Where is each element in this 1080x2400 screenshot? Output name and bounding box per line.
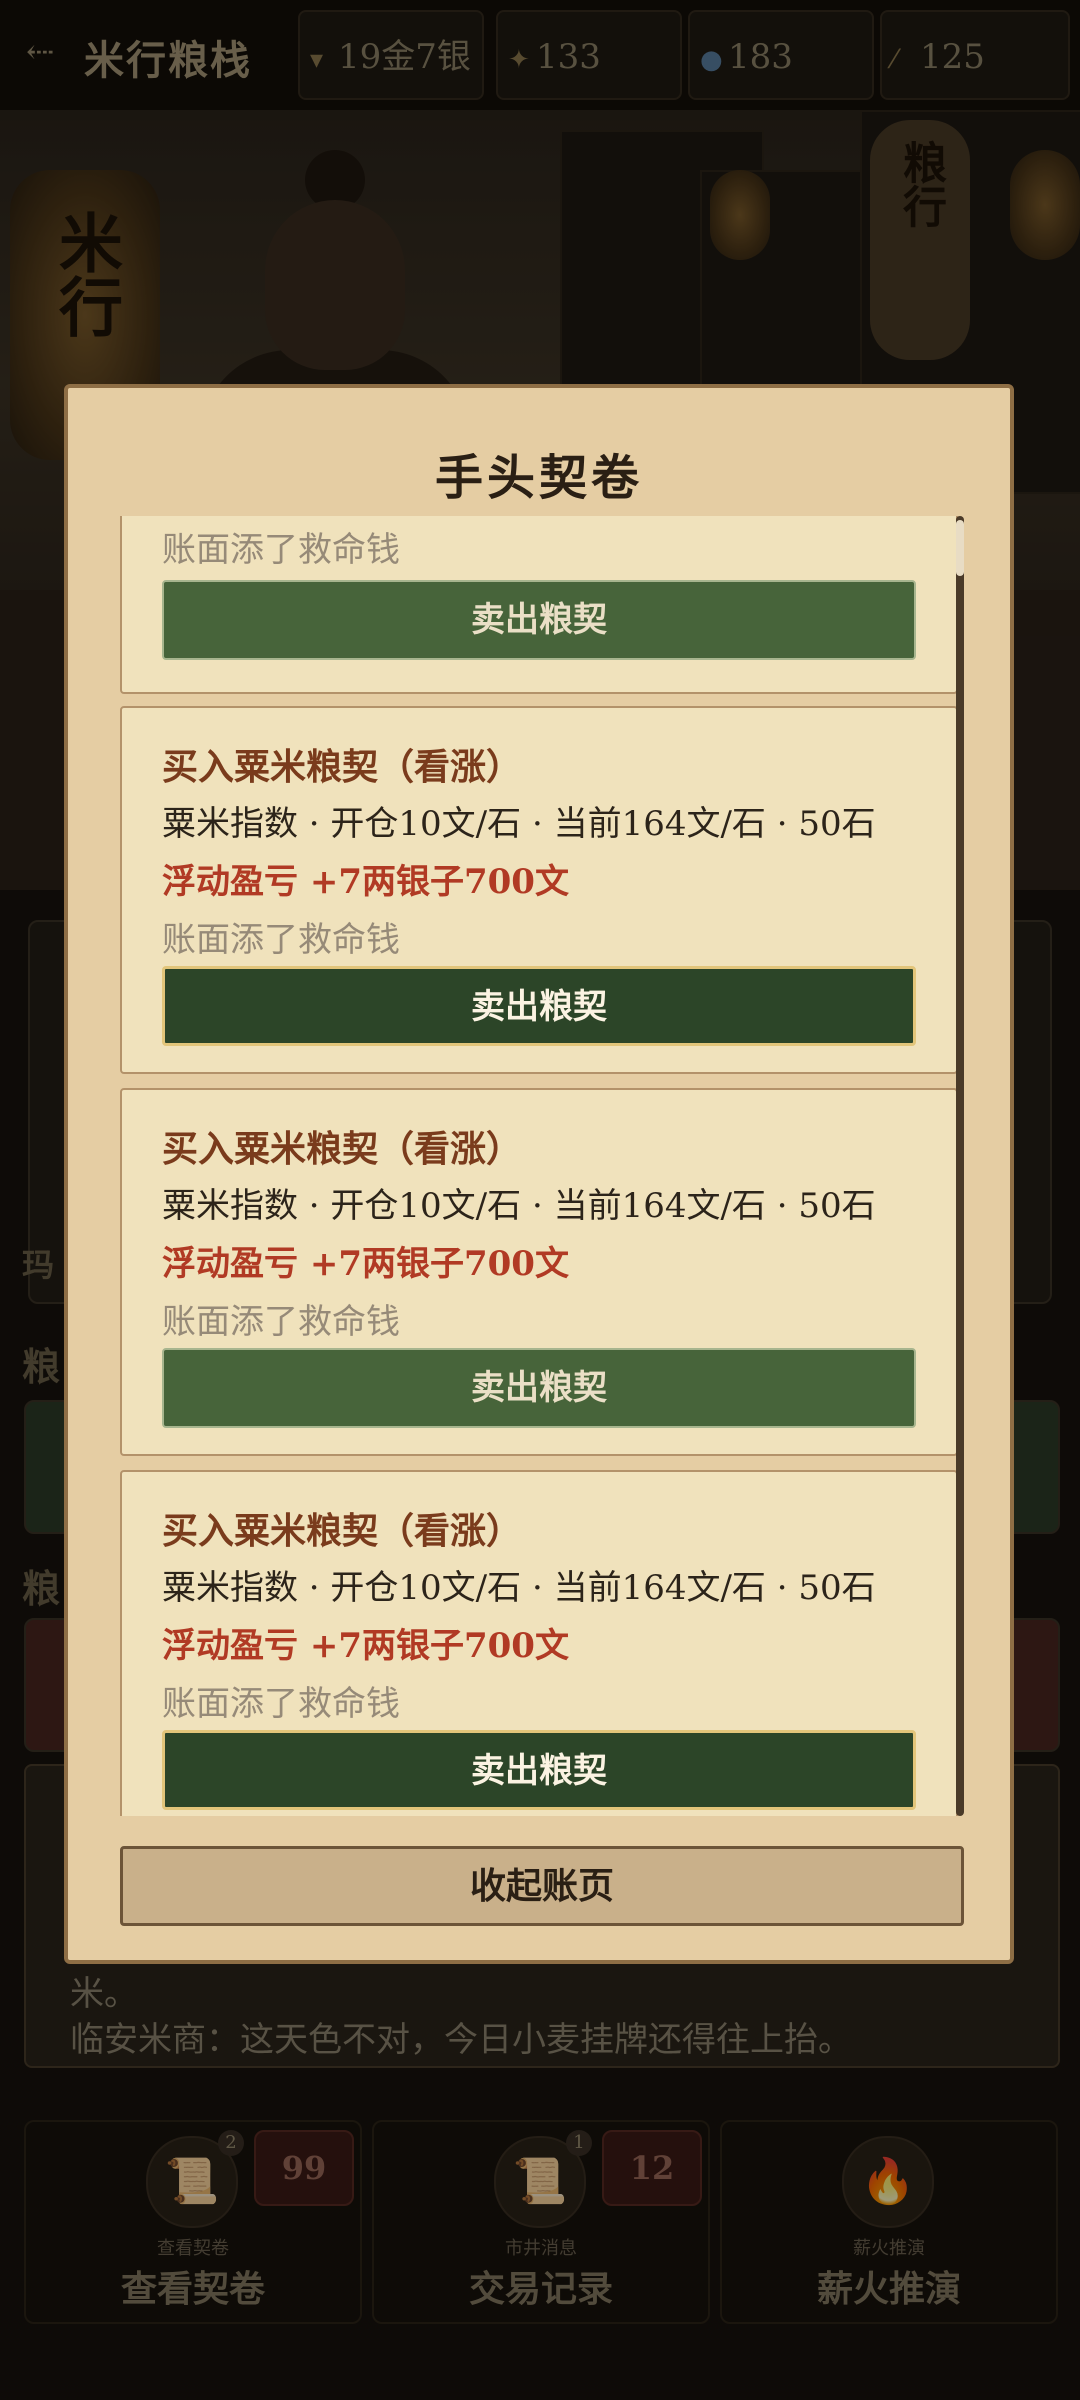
card-note: 账面添了救命钱: [162, 530, 400, 570]
contracts-modal: 手头契卷 账面添了救命钱 卖出粮契 买入粟米粮契（看涨） 粟米指数 · 开仓10…: [64, 384, 1014, 1964]
card-detail: 粟米指数 · 开仓10文/石 · 当前164文/石 · 50石: [162, 1568, 876, 1608]
sell-contract-button[interactable]: 卖出粮契: [162, 580, 916, 660]
card-detail: 粟米指数 · 开仓10文/石 · 当前164文/石 · 50石: [162, 1186, 876, 1226]
sell-contract-button[interactable]: 卖出粮契: [162, 1730, 916, 1810]
card-pnl: 浮动盈亏 +7两银子700文: [162, 862, 569, 902]
sell-contract-button[interactable]: 卖出粮契: [162, 966, 916, 1046]
contracts-scroll-list[interactable]: 账面添了救命钱 卖出粮契 买入粟米粮契（看涨） 粟米指数 · 开仓10文/石 ·…: [120, 516, 980, 1816]
contract-card: 买入粟米粮契（看涨） 粟米指数 · 开仓10文/石 · 当前164文/石 · 5…: [120, 1470, 958, 1816]
card-pnl: 浮动盈亏 +7两银子700文: [162, 1626, 569, 1666]
card-detail: 粟米指数 · 开仓10文/石 · 当前164文/石 · 50石: [162, 804, 876, 844]
scrollbar[interactable]: [956, 516, 964, 1816]
scrollbar-thumb[interactable]: [956, 520, 964, 576]
card-note: 账面添了救命钱: [162, 1302, 400, 1342]
card-note: 账面添了救命钱: [162, 920, 400, 960]
card-note: 账面添了救命钱: [162, 1684, 400, 1724]
card-title: 买入粟米粮契（看涨）: [162, 1510, 523, 1552]
modal-title: 手头契卷: [434, 450, 643, 506]
card-title: 买入粟米粮契（看涨）: [162, 746, 523, 788]
card-title: 买入粟米粮契（看涨）: [162, 1128, 523, 1170]
contract-card: 账面添了救命钱 卖出粮契: [120, 516, 958, 694]
contract-card: 买入粟米粮契（看涨） 粟米指数 · 开仓10文/石 · 当前164文/石 · 5…: [120, 706, 958, 1074]
collapse-ledger-button[interactable]: 收起账页: [120, 1846, 964, 1926]
contract-card: 买入粟米粮契（看涨） 粟米指数 · 开仓10文/石 · 当前164文/石 · 5…: [120, 1088, 958, 1456]
card-pnl: 浮动盈亏 +7两银子700文: [162, 1244, 569, 1284]
sell-contract-button[interactable]: 卖出粮契: [162, 1348, 916, 1428]
